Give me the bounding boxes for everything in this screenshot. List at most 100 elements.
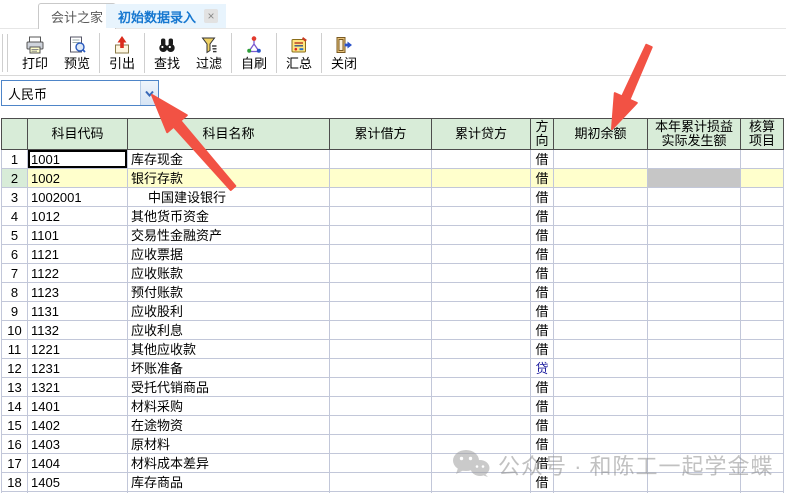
direction-cell[interactable]: 借 <box>531 150 554 169</box>
row-number-cell[interactable]: 3 <box>2 188 28 207</box>
export-button[interactable]: 引出 <box>101 32 143 74</box>
currency-dropdown-button[interactable] <box>140 81 158 105</box>
opening-balance-cell[interactable] <box>554 188 648 207</box>
accounting-item-cell[interactable] <box>741 473 784 492</box>
account-code-cell[interactable]: 1101 <box>28 226 128 245</box>
account-name-cell[interactable]: 其他应收款 <box>128 340 330 359</box>
accumulated-debit-cell[interactable] <box>330 169 432 188</box>
accumulated-debit-cell[interactable] <box>330 302 432 321</box>
accounting-item-cell[interactable] <box>741 264 784 283</box>
account-code-cell[interactable]: 1404 <box>28 454 128 473</box>
accounting-item-cell[interactable] <box>741 416 784 435</box>
row-number-cell[interactable]: 14 <box>2 397 28 416</box>
direction-cell[interactable]: 借 <box>531 321 554 340</box>
account-name-cell[interactable]: 库存现金 <box>128 150 330 169</box>
opening-balance-cell[interactable] <box>554 454 648 473</box>
direction-cell[interactable]: 借 <box>531 302 554 321</box>
accounting-item-cell[interactable] <box>741 188 784 207</box>
accounting-item-cell[interactable] <box>741 321 784 340</box>
direction-cell[interactable]: 借 <box>531 264 554 283</box>
account-name-cell[interactable]: 应收利息 <box>128 321 330 340</box>
accounting-item-cell[interactable] <box>741 397 784 416</box>
row-number-cell[interactable]: 8 <box>2 283 28 302</box>
account-code-cell[interactable]: 1401 <box>28 397 128 416</box>
close-button[interactable]: 关闭 <box>323 32 365 74</box>
tab-accounting-home[interactable]: 会计之家 <box>38 3 116 29</box>
accumulated-debit-cell[interactable] <box>330 378 432 397</box>
accounting-item-cell[interactable] <box>741 283 784 302</box>
account-code-cell[interactable]: 1403 <box>28 435 128 454</box>
row-number-cell[interactable]: 16 <box>2 435 28 454</box>
row-number-cell[interactable]: 15 <box>2 416 28 435</box>
row-number-cell[interactable]: 12 <box>2 359 28 378</box>
account-name-cell[interactable]: 应收票据 <box>128 245 330 264</box>
accumulated-credit-cell[interactable] <box>432 321 531 340</box>
direction-cell[interactable]: 借 <box>531 473 554 492</box>
account-code-cell[interactable]: 1402 <box>28 416 128 435</box>
summarize-button[interactable]: 汇总 <box>278 32 320 74</box>
account-code-cell[interactable]: 1123 <box>28 283 128 302</box>
filter-button[interactable]: 过滤 <box>188 32 230 74</box>
opening-balance-cell[interactable] <box>554 397 648 416</box>
row-number-cell[interactable]: 5 <box>2 226 28 245</box>
direction-cell[interactable]: 借 <box>531 188 554 207</box>
accumulated-credit-cell[interactable] <box>432 302 531 321</box>
account-code-cell[interactable]: 1122 <box>28 264 128 283</box>
direction-cell[interactable]: 借 <box>531 226 554 245</box>
accumulated-credit-cell[interactable] <box>432 245 531 264</box>
direction-cell[interactable]: 借 <box>531 207 554 226</box>
accumulated-debit-cell[interactable] <box>330 321 432 340</box>
opening-balance-cell[interactable] <box>554 435 648 454</box>
accounting-item-cell[interactable] <box>741 169 784 188</box>
toolbar-grip-handle[interactable] <box>2 34 8 72</box>
opening-balance-cell[interactable] <box>554 416 648 435</box>
direction-cell[interactable]: 借 <box>531 397 554 416</box>
account-code-cell[interactable]: 1231 <box>28 359 128 378</box>
account-name-cell[interactable]: 坏账准备 <box>128 359 330 378</box>
direction-cell[interactable]: 借 <box>531 340 554 359</box>
row-number-cell[interactable]: 17 <box>2 454 28 473</box>
account-name-cell[interactable]: 其他货币资金 <box>128 207 330 226</box>
accounting-item-cell[interactable] <box>741 245 784 264</box>
opening-balance-cell[interactable] <box>554 207 648 226</box>
row-number-cell[interactable]: 1 <box>2 150 28 169</box>
accumulated-credit-cell[interactable] <box>432 340 531 359</box>
accumulated-debit-cell[interactable] <box>330 150 432 169</box>
accumulated-credit-cell[interactable] <box>432 397 531 416</box>
account-code-cell[interactable]: 1132 <box>28 321 128 340</box>
account-code-cell[interactable]: 1002 <box>28 169 128 188</box>
opening-balance-cell[interactable] <box>554 302 648 321</box>
opening-balance-cell[interactable] <box>554 321 648 340</box>
accumulated-credit-cell[interactable] <box>432 473 531 492</box>
account-code-cell[interactable]: 1121 <box>28 245 128 264</box>
account-name-cell[interactable]: 银行存款 <box>128 169 330 188</box>
accounting-item-cell[interactable] <box>741 150 784 169</box>
accumulated-debit-cell[interactable] <box>330 283 432 302</box>
accumulated-credit-cell[interactable] <box>432 188 531 207</box>
row-number-cell[interactable]: 9 <box>2 302 28 321</box>
find-button[interactable]: 查找 <box>146 32 188 74</box>
account-name-cell[interactable]: 在途物资 <box>128 416 330 435</box>
opening-balance-cell[interactable] <box>554 245 648 264</box>
opening-balance-cell[interactable] <box>554 340 648 359</box>
account-code-cell[interactable]: 1321 <box>28 378 128 397</box>
opening-balance-cell[interactable] <box>554 283 648 302</box>
account-name-cell[interactable]: 原材料 <box>128 435 330 454</box>
direction-cell[interactable]: 借 <box>531 283 554 302</box>
accounting-item-cell[interactable] <box>741 435 784 454</box>
account-code-cell[interactable]: 1405 <box>28 473 128 492</box>
direction-cell[interactable]: 借 <box>531 245 554 264</box>
account-code-cell[interactable]: 1001 <box>28 150 128 169</box>
row-number-cell[interactable]: 4 <box>2 207 28 226</box>
accounting-item-cell[interactable] <box>741 454 784 473</box>
accumulated-credit-cell[interactable] <box>432 378 531 397</box>
direction-cell[interactable]: 借 <box>531 378 554 397</box>
accumulated-debit-cell[interactable] <box>330 264 432 283</box>
accumulated-debit-cell[interactable] <box>330 454 432 473</box>
print-button[interactable]: 打印 <box>14 32 56 74</box>
accumulated-credit-cell[interactable] <box>432 207 531 226</box>
accumulated-debit-cell[interactable] <box>330 435 432 454</box>
accumulated-credit-cell[interactable] <box>432 169 531 188</box>
accounting-item-cell[interactable] <box>741 207 784 226</box>
accumulated-debit-cell[interactable] <box>330 359 432 378</box>
